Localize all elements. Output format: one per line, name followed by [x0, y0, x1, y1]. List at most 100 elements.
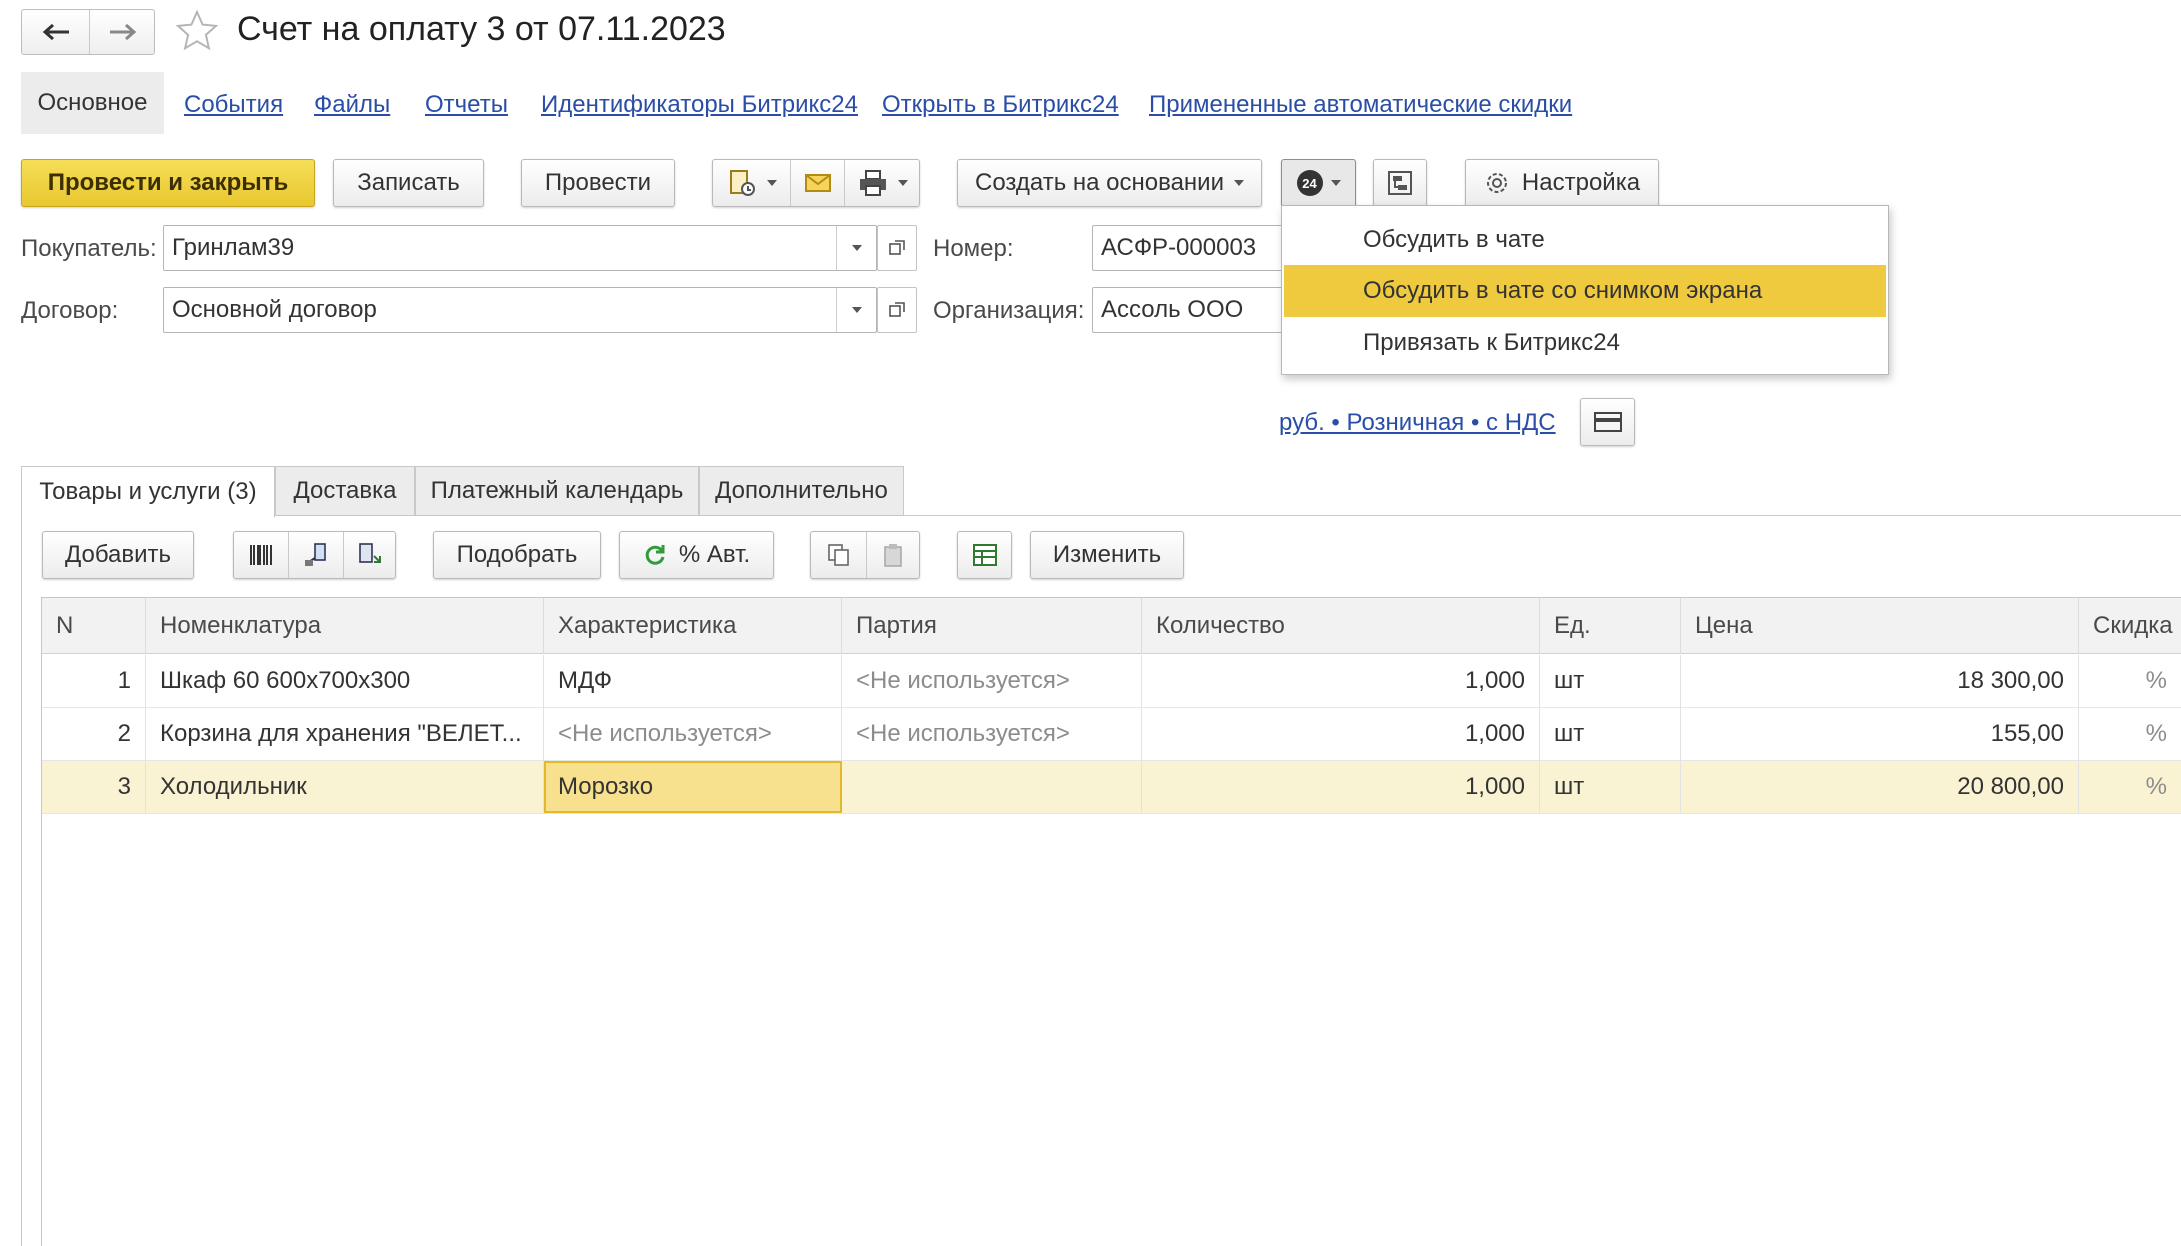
col-batch[interactable]: Партия	[842, 598, 1142, 654]
save-button[interactable]: Записать	[333, 159, 484, 207]
row-quantity[interactable]: 1,000	[1142, 708, 1540, 760]
table-row-selected[interactable]: 3 Холодильник Морозко 1,000 шт 20 800,00…	[42, 761, 2181, 814]
forward-button[interactable]	[89, 10, 156, 54]
col-quantity[interactable]: Количество	[1142, 598, 1540, 654]
chevron-down-icon	[1330, 180, 1341, 186]
row-price[interactable]: 20 800,00	[1681, 761, 2079, 813]
envelope-icon	[804, 174, 831, 192]
contract-open-button[interactable]	[877, 287, 917, 333]
post-and-close-button[interactable]: Провести и закрыть	[21, 159, 315, 207]
auto-discount-label: % Авт.	[678, 541, 751, 568]
nav-auto-discounts[interactable]: Примененные автоматические скидки	[1149, 91, 1572, 119]
row-nomenclature[interactable]: Шкаф 60 600х700х300	[146, 655, 544, 707]
table-row[interactable]: 2 Корзина для хранения "ВЕЛЕТ... <Не исп…	[42, 708, 2181, 761]
tab-additional[interactable]: Дополнительно	[699, 466, 904, 516]
buyer-label: Покупатель:	[21, 235, 157, 262]
payment-card-button[interactable]	[1580, 398, 1635, 446]
table-edit-icon	[972, 544, 997, 566]
barcode-group	[233, 531, 396, 579]
number-label: Номер:	[933, 235, 1014, 262]
copy-rows-button[interactable]	[811, 532, 866, 578]
buyer-dropdown-button[interactable]	[836, 226, 876, 270]
organization-field[interactable]: Ассоль ООО	[1092, 287, 1292, 333]
menu-item-discuss-chat-screenshot[interactable]: Обсудить в чате со снимком экрана	[1284, 265, 1886, 317]
create-based-on-label: Создать на основании	[975, 169, 1224, 196]
col-n[interactable]: N	[42, 598, 146, 654]
row-discount[interactable]: %	[2079, 655, 2181, 707]
open-external-icon	[889, 240, 905, 255]
create-from-button[interactable]	[713, 160, 790, 206]
chevron-down-icon	[851, 245, 862, 251]
number-field[interactable]: АСФР-000003	[1092, 225, 1292, 271]
paste-rows-button[interactable]	[866, 532, 921, 578]
refresh-icon	[645, 545, 665, 565]
row-batch[interactable]	[842, 761, 1142, 813]
row-quantity[interactable]: 1,000	[1142, 761, 1540, 813]
col-unit[interactable]: Ед.	[1540, 598, 1681, 654]
price-type-link[interactable]: руб. • Розничная • с НДС	[1279, 409, 1556, 437]
chevron-down-icon	[898, 180, 908, 186]
change-button[interactable]: Изменить	[1030, 531, 1184, 579]
row-discount[interactable]: %	[2079, 708, 2181, 760]
row-characteristic[interactable]: <Не используется>	[544, 708, 842, 760]
paste-icon	[884, 544, 902, 567]
favorite-button[interactable]	[175, 9, 219, 53]
scan-data-button[interactable]	[288, 532, 343, 578]
nav-open-bitrix[interactable]: Открыть в Битрикс24	[882, 91, 1119, 119]
row-number: 3	[42, 761, 146, 813]
create-based-on-button[interactable]: Создать на основании	[957, 159, 1262, 207]
bitrix24-icon: 24	[1296, 170, 1323, 196]
col-nomenclature[interactable]: Номенклатура	[146, 598, 544, 654]
pick-button[interactable]: Подобрать	[433, 531, 601, 579]
auto-discount-button[interactable]: % Авт.	[619, 531, 774, 579]
row-nomenclature[interactable]: Холодильник	[146, 761, 544, 813]
settings-button[interactable]: Настройка	[1465, 159, 1659, 207]
menu-item-discuss-chat[interactable]: Обсудить в чате	[1284, 214, 1886, 266]
nav-reports[interactable]: Отчеты	[425, 91, 508, 119]
buyer-value: Гринлам39	[172, 234, 295, 261]
buyer-open-button[interactable]	[877, 225, 917, 271]
table-settings-button[interactable]	[957, 531, 1012, 579]
row-quantity[interactable]: 1,000	[1142, 655, 1540, 707]
back-button[interactable]	[22, 10, 89, 54]
row-price[interactable]: 18 300,00	[1681, 655, 2079, 707]
row-unit[interactable]: шт	[1540, 761, 1681, 813]
buyer-field[interactable]: Гринлам39	[163, 225, 877, 271]
table-row[interactable]: 1 Шкаф 60 600х700х300 МДФ <Не использует…	[42, 655, 2181, 708]
row-discount[interactable]: %	[2079, 761, 2181, 813]
col-price[interactable]: Цена	[1681, 598, 2079, 654]
post-button[interactable]: Провести	[521, 159, 675, 207]
nav-events[interactable]: События	[184, 91, 283, 119]
load-from-terminal-button[interactable]	[343, 532, 397, 578]
col-discount[interactable]: Скидка	[2079, 598, 2181, 654]
row-characteristic-active[interactable]: Морозко	[544, 761, 842, 813]
row-nomenclature[interactable]: Корзина для хранения "ВЕЛЕТ...	[146, 708, 544, 760]
nav-main[interactable]: Основное	[21, 72, 164, 134]
row-unit[interactable]: шт	[1540, 708, 1681, 760]
add-row-button[interactable]: Добавить	[42, 531, 194, 579]
row-batch[interactable]: <Не используется>	[842, 655, 1142, 707]
row-characteristic[interactable]: МДФ	[544, 655, 842, 707]
bitrix24-menu-button[interactable]: 24	[1281, 159, 1356, 207]
number-value: АСФР-000003	[1101, 234, 1257, 261]
tab-payment-calendar[interactable]: Платежный календарь	[415, 466, 699, 516]
print-button[interactable]	[844, 160, 921, 206]
nav-files[interactable]: Файлы	[314, 91, 390, 119]
structure-button[interactable]	[1373, 159, 1427, 207]
contract-field[interactable]: Основной договор	[163, 287, 877, 333]
tab-delivery[interactable]: Доставка	[275, 466, 415, 516]
col-characteristic[interactable]: Характеристика	[544, 598, 842, 654]
contract-dropdown-button[interactable]	[836, 288, 876, 332]
row-price[interactable]: 155,00	[1681, 708, 2079, 760]
gear-icon	[1486, 173, 1507, 193]
nav-bitrix-ids[interactable]: Идентификаторы Битрикс24	[541, 91, 858, 119]
row-batch[interactable]: <Не используется>	[842, 708, 1142, 760]
menu-item-link-bitrix24[interactable]: Привязать к Битрикс24	[1284, 317, 1886, 369]
bitrix24-dropdown-menu: Обсудить в чате Обсудить в чате со снимк…	[1281, 205, 1889, 375]
email-button[interactable]	[790, 160, 844, 206]
tab-goods[interactable]: Товары и услуги (3)	[21, 466, 275, 518]
barcode-button[interactable]	[234, 532, 288, 578]
scanner-icon	[305, 543, 326, 566]
row-unit[interactable]: шт	[1540, 655, 1681, 707]
history-nav	[21, 9, 155, 55]
